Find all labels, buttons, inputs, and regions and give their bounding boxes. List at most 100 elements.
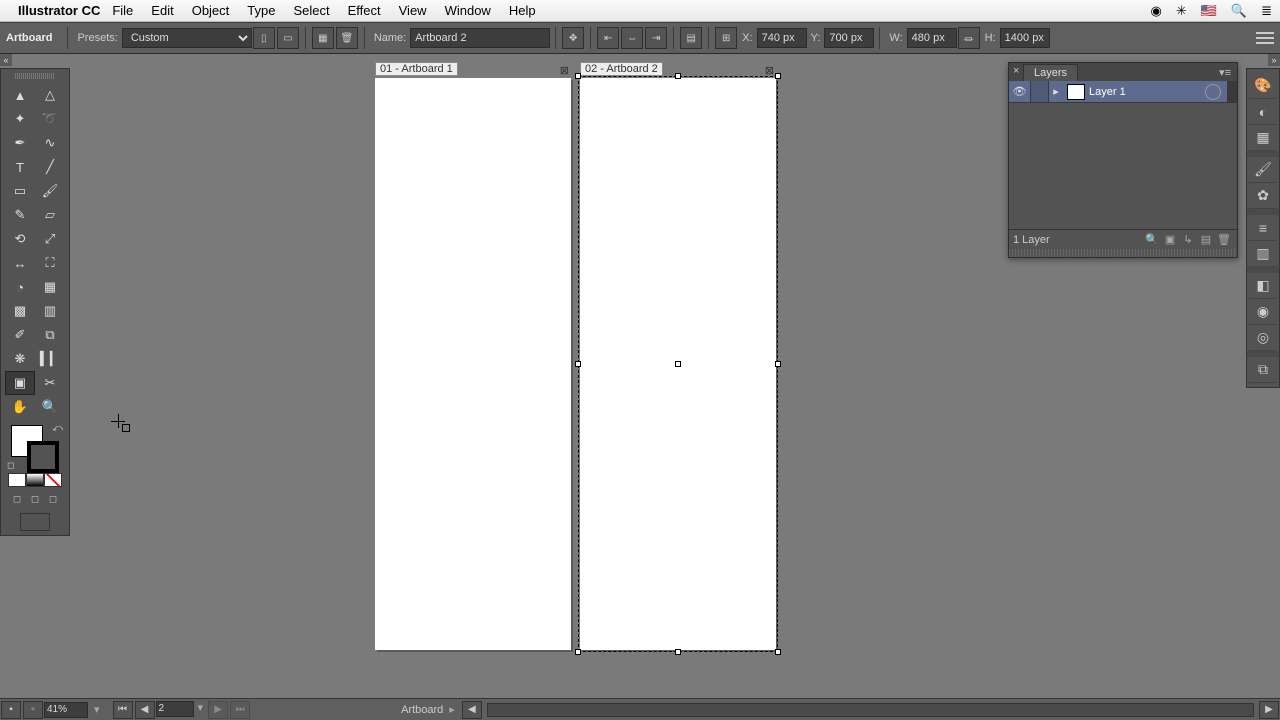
menu-effect[interactable]: Effect: [348, 3, 381, 18]
align-right-button[interactable]: ⇥: [645, 27, 667, 49]
swap-fill-stroke-icon[interactable]: ⤺: [52, 423, 63, 434]
eraser-tool[interactable]: ▱: [35, 203, 65, 227]
first-artboard-button[interactable]: ⏮: [113, 701, 133, 719]
cc-icon[interactable]: ◉: [1150, 3, 1161, 19]
curvature-tool[interactable]: ∿: [35, 131, 65, 155]
y-input[interactable]: [824, 28, 874, 48]
color-mode-solid[interactable]: [8, 473, 26, 487]
pen-tool[interactable]: ✒: [5, 131, 35, 155]
menu-edit[interactable]: Edit: [151, 3, 173, 18]
scroll-right-button[interactable]: ▶: [1259, 701, 1279, 719]
fill-stroke-control[interactable]: ⤺ ◻: [7, 423, 63, 471]
layers-tab[interactable]: Layers: [1023, 64, 1078, 81]
presets-select[interactable]: Custom: [122, 28, 252, 48]
color-mode-gradient[interactable]: [26, 473, 44, 487]
menu-object[interactable]: Object: [192, 3, 230, 18]
appearance-panel-icon[interactable]: ◉: [1249, 299, 1277, 325]
gradient-panel-icon[interactable]: ▥: [1249, 241, 1277, 267]
eyedropper-tool[interactable]: ✐: [5, 323, 35, 347]
layers-panel-menu-icon[interactable]: ▾≡: [1217, 64, 1233, 81]
horizontal-scrollbar[interactable]: [487, 703, 1254, 717]
stroke-panel-icon[interactable]: ≡: [1249, 215, 1277, 241]
artboard-1-close-icon[interactable]: ⊠: [560, 64, 569, 77]
screen-mode-button[interactable]: [20, 513, 50, 531]
last-artboard-button[interactable]: ⏭: [230, 701, 250, 719]
symbols-panel-icon[interactable]: ✿: [1249, 183, 1277, 209]
status-icon[interactable]: ▫: [23, 701, 43, 719]
line-tool[interactable]: ╱: [35, 155, 65, 179]
new-layer-icon[interactable]: ▤: [1197, 233, 1215, 246]
tools-grip[interactable]: [15, 73, 55, 79]
make-clipping-mask-icon[interactable]: ▣: [1161, 233, 1179, 246]
next-artboard-button[interactable]: ▶: [208, 701, 228, 719]
zoom-input[interactable]: [44, 702, 88, 718]
paintbrush-tool[interactable]: 🖌: [35, 179, 65, 203]
hand-tool[interactable]: ✋: [5, 395, 35, 419]
app-name[interactable]: Illustrator CC: [18, 3, 100, 18]
artboards-panel-icon[interactable]: ⧉: [1249, 357, 1277, 383]
artboard-2-label[interactable]: 02 - Artboard 2: [580, 62, 663, 76]
panel-resize-grip[interactable]: [1009, 249, 1237, 257]
graphic-styles-panel-icon[interactable]: ◎: [1249, 325, 1277, 351]
x-input[interactable]: [757, 28, 807, 48]
color-mode-none[interactable]: [44, 473, 62, 487]
create-sublayer-icon[interactable]: ↳: [1179, 233, 1197, 246]
symbol-sprayer-tool[interactable]: ❋: [5, 347, 35, 371]
status-dropdown-icon[interactable]: ▸: [449, 703, 455, 716]
artboard-options-button[interactable]: ▤: [680, 27, 702, 49]
align-left-button[interactable]: ⇤: [597, 27, 619, 49]
shape-builder-tool[interactable]: ◔: [5, 275, 35, 299]
rotate-tool[interactable]: ⟲: [5, 227, 35, 251]
zoom-dropdown-icon[interactable]: ▾: [94, 703, 100, 716]
menu-view[interactable]: View: [399, 3, 427, 18]
mesh-tool[interactable]: ▩: [5, 299, 35, 323]
draw-inside-icon[interactable]: ◻: [44, 491, 62, 507]
sync-icon[interactable]: ✳: [1176, 3, 1187, 19]
gradient-tool[interactable]: ▥: [35, 299, 65, 323]
menu-window[interactable]: Window: [445, 3, 491, 18]
layer-row[interactable]: 👁 ▸ Layer 1: [1009, 81, 1237, 103]
color-panel-icon[interactable]: 🎨: [1249, 73, 1277, 99]
blend-tool[interactable]: ⧉: [35, 323, 65, 347]
reference-point-icon[interactable]: ⊞: [715, 27, 737, 49]
align-center-button[interactable]: ⇔: [621, 27, 643, 49]
layer-lock-column[interactable]: [1031, 81, 1049, 102]
free-transform-tool[interactable]: ⛶: [35, 251, 65, 275]
column-graph-tool[interactable]: ▍▎: [35, 347, 65, 371]
artboard-1-label[interactable]: 01 - Artboard 1: [375, 62, 458, 76]
color-guide-panel-icon[interactable]: ◐: [1249, 99, 1277, 125]
collapse-right-icon[interactable]: »: [1268, 54, 1280, 66]
spotlight-icon[interactable]: 🔍: [1231, 3, 1247, 19]
move-with-artboard-button[interactable]: ✥: [562, 27, 584, 49]
artboard-nav-input[interactable]: [156, 701, 194, 717]
rectangle-tool[interactable]: ▭: [5, 179, 35, 203]
type-tool[interactable]: T: [5, 155, 35, 179]
menu-select[interactable]: Select: [293, 3, 329, 18]
draw-behind-icon[interactable]: ◻: [26, 491, 44, 507]
layer-name[interactable]: Layer 1: [1089, 86, 1205, 98]
artboard-1[interactable]: 01 - Artboard 1 ⊠: [375, 78, 571, 650]
delete-artboard-button[interactable]: 🗑: [336, 27, 358, 49]
menu-help[interactable]: Help: [509, 3, 536, 18]
scroll-left-button[interactable]: ◀: [462, 701, 482, 719]
orientation-landscape-button[interactable]: ▭: [277, 27, 299, 49]
layer-target-icon[interactable]: [1205, 84, 1221, 100]
artboard-nav-dropdown-icon[interactable]: ▾: [198, 701, 204, 719]
menu-file[interactable]: File: [112, 3, 133, 18]
layer-selection-column[interactable]: [1227, 81, 1237, 102]
menu-list-icon[interactable]: ≣: [1261, 3, 1272, 19]
draw-normal-icon[interactable]: ◻: [8, 491, 26, 507]
transparency-panel-icon[interactable]: ◧: [1249, 273, 1277, 299]
orientation-portrait-button[interactable]: ▯: [253, 27, 275, 49]
selection-tool[interactable]: ▲: [5, 83, 35, 107]
gpu-preview-icon[interactable]: ▪: [1, 701, 21, 719]
slice-tool[interactable]: ✂: [35, 371, 65, 395]
width-tool[interactable]: ↔: [5, 251, 35, 275]
brushes-panel-icon[interactable]: 🖌: [1249, 157, 1277, 183]
magic-wand-tool[interactable]: ✦: [5, 107, 35, 131]
lasso-tool[interactable]: ➰: [35, 107, 65, 131]
default-fill-stroke-icon[interactable]: ◻: [7, 460, 14, 471]
menu-type[interactable]: Type: [247, 3, 275, 18]
new-artboard-button[interactable]: ▦: [312, 27, 334, 49]
zoom-tool[interactable]: 🔍: [35, 395, 65, 419]
